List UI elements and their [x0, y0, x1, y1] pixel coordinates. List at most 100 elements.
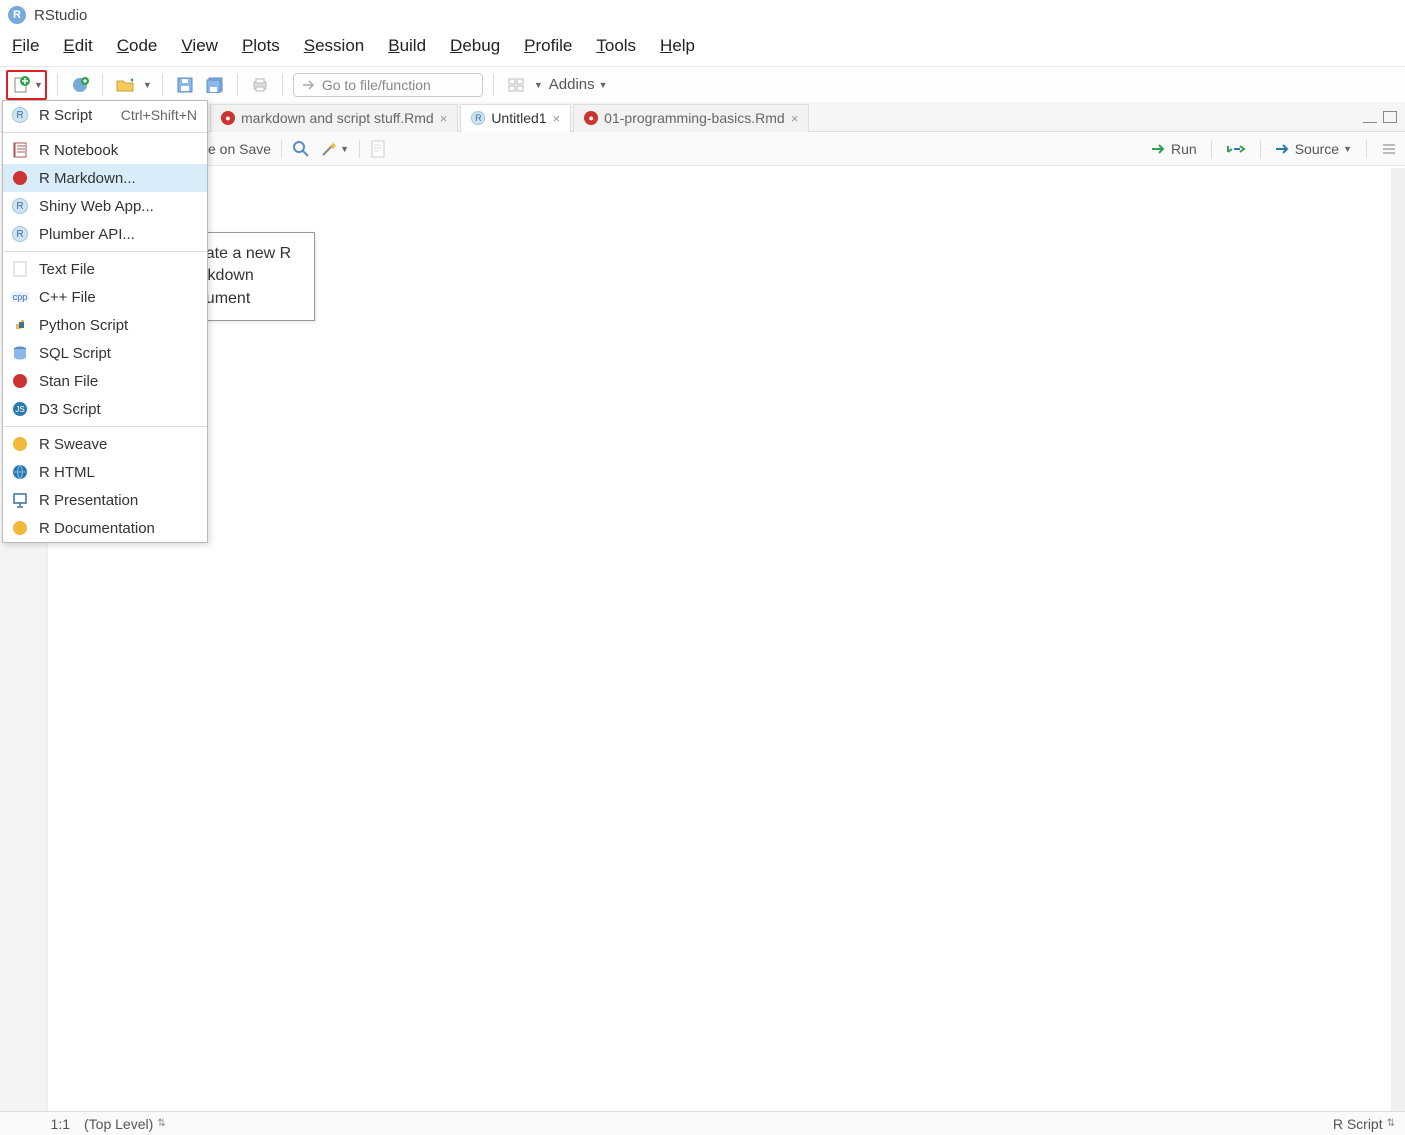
menu-item-r-html[interactable]: R HTML: [3, 458, 207, 486]
addins-caret-icon: ▼: [599, 80, 608, 90]
document-tabs: ● markdown and script stuff.Rmd × R Unti…: [0, 102, 1405, 132]
tab-programming-basics[interactable]: ● 01-programming-basics.Rmd ×: [573, 104, 809, 132]
menu-item-shortcut: Ctrl+Shift+N: [121, 107, 197, 123]
plumber-icon: R: [11, 225, 29, 243]
minimize-pane-icon[interactable]: [1363, 111, 1377, 123]
menu-item-sql-script[interactable]: SQL Script: [3, 339, 207, 367]
save-icon: [177, 77, 193, 93]
menu-item-label: R Notebook: [39, 142, 118, 159]
panes-caret-icon[interactable]: ▼: [534, 80, 543, 90]
menu-item-label: SQL Script: [39, 345, 111, 362]
shiny-icon: R: [11, 197, 29, 215]
updown-icon: ⇅: [1387, 1118, 1395, 1129]
menu-build[interactable]: Build: [388, 36, 426, 56]
maximize-pane-icon[interactable]: [1383, 111, 1397, 123]
menu-item-label: Python Script: [39, 317, 128, 334]
print-button[interactable]: [248, 73, 272, 97]
pane-window-controls: [1363, 111, 1397, 123]
rmd-file-icon: ●: [584, 111, 598, 125]
run-arrow-icon: [1151, 143, 1167, 155]
menu-plots[interactable]: Plots: [242, 36, 280, 56]
new-project-button[interactable]: [68, 73, 92, 97]
menu-debug[interactable]: Debug: [450, 36, 500, 56]
menu-profile[interactable]: Profile: [524, 36, 572, 56]
presentation-icon: [11, 491, 29, 509]
d3-icon: JS: [11, 400, 29, 418]
find-button[interactable]: [292, 140, 310, 158]
main-toolbar: ▼ ▼ Go to file/function ▼ Addins ▼: [0, 67, 1405, 103]
open-file-button[interactable]: [113, 73, 137, 97]
menu-edit[interactable]: Edit: [63, 36, 92, 56]
workspace-panes-button[interactable]: [504, 73, 528, 97]
menu-item-text-file[interactable]: Text File: [3, 255, 207, 283]
menu-item-r-sweave[interactable]: R Sweave: [3, 430, 207, 458]
close-icon[interactable]: ×: [553, 111, 561, 126]
app-logo: R: [8, 6, 26, 24]
wand-icon: [320, 140, 338, 158]
menu-item-label: R Markdown...: [39, 170, 136, 187]
save-button[interactable]: [173, 73, 197, 97]
r-script-icon: R: [11, 106, 29, 124]
scope-label: (Top Level): [84, 1116, 153, 1132]
menu-item-label: D3 Script: [39, 401, 101, 418]
app-title: RStudio: [34, 7, 87, 24]
menu-item-r-markdown[interactable]: R Markdown...: [3, 164, 207, 192]
menu-item-r-script[interactable]: R R Script Ctrl+Shift+N: [3, 101, 207, 129]
menu-item-cpp-file[interactable]: cpp C++ File: [3, 283, 207, 311]
cpp-icon: cpp: [11, 288, 29, 306]
menu-tools[interactable]: Tools: [596, 36, 636, 56]
addins-menu[interactable]: Addins ▼: [549, 76, 608, 93]
goto-file-function-input[interactable]: Go to file/function: [293, 73, 483, 97]
close-icon[interactable]: ×: [791, 111, 799, 126]
menu-file[interactable]: File: [12, 36, 39, 56]
menu-code[interactable]: Code: [117, 36, 158, 56]
new-file-caret-icon[interactable]: ▼: [34, 80, 43, 90]
menu-item-r-documentation[interactable]: R Documentation: [3, 514, 207, 542]
outline-button[interactable]: [1381, 142, 1397, 156]
code-tools-button[interactable]: ▼: [320, 140, 349, 158]
source-label: Source: [1295, 141, 1339, 157]
menu-help[interactable]: Help: [660, 36, 695, 56]
source-button[interactable]: Source ▼: [1275, 141, 1352, 157]
html-icon: [11, 463, 29, 481]
tab-untitled1[interactable]: R Untitled1 ×: [460, 104, 571, 132]
rerun-button[interactable]: [1226, 142, 1246, 156]
menu-session[interactable]: Session: [304, 36, 364, 56]
new-file-button[interactable]: [10, 73, 34, 97]
menu-item-stan-file[interactable]: Stan File: [3, 367, 207, 395]
menu-item-shiny[interactable]: R Shiny Web App...: [3, 192, 207, 220]
menu-view[interactable]: View: [181, 36, 218, 56]
menu-item-python-script[interactable]: Python Script: [3, 311, 207, 339]
menu-item-d3-script[interactable]: JS D3 Script: [3, 395, 207, 423]
outline-icon: [1381, 142, 1397, 156]
cursor-position: 1:1: [10, 1116, 70, 1132]
tab-label: markdown and script stuff.Rmd: [241, 110, 434, 126]
menu-item-r-presentation[interactable]: R Presentation: [3, 486, 207, 514]
menu-separator: [3, 132, 207, 133]
sql-icon: [11, 344, 29, 362]
save-all-button[interactable]: [203, 73, 227, 97]
notebook-icon: [370, 140, 386, 158]
language-selector[interactable]: R Script ⇅: [1333, 1116, 1395, 1132]
tab-markdown-script-stuff[interactable]: ● markdown and script stuff.Rmd ×: [210, 104, 458, 132]
menu-item-r-notebook[interactable]: R Notebook: [3, 136, 207, 164]
source-toolbar: e on Save ▼ Run Source ▼: [0, 132, 1405, 166]
menu-item-plumber[interactable]: R Plumber API...: [3, 220, 207, 248]
compile-report-button[interactable]: [370, 140, 386, 158]
menu-item-label: R Presentation: [39, 492, 138, 509]
vertical-scrollbar[interactable]: [1391, 168, 1405, 1111]
menu-item-label: R HTML: [39, 464, 95, 481]
scope-selector[interactable]: (Top Level) ⇅: [84, 1116, 166, 1132]
python-icon: [11, 316, 29, 334]
new-file-button-highlight: ▼: [6, 70, 47, 100]
goto-placeholder: Go to file/function: [322, 77, 431, 93]
run-button[interactable]: Run: [1151, 141, 1197, 157]
menu-item-label: C++ File: [39, 289, 96, 306]
menu-item-label: Stan File: [39, 373, 98, 390]
close-icon[interactable]: ×: [440, 111, 448, 126]
save-all-icon: [206, 77, 224, 93]
open-recent-caret-icon[interactable]: ▼: [143, 80, 152, 90]
menu-bar: File Edit Code View Plots Session Build …: [0, 30, 1405, 67]
open-folder-icon: [116, 77, 134, 93]
updown-icon: ⇅: [157, 1118, 165, 1129]
